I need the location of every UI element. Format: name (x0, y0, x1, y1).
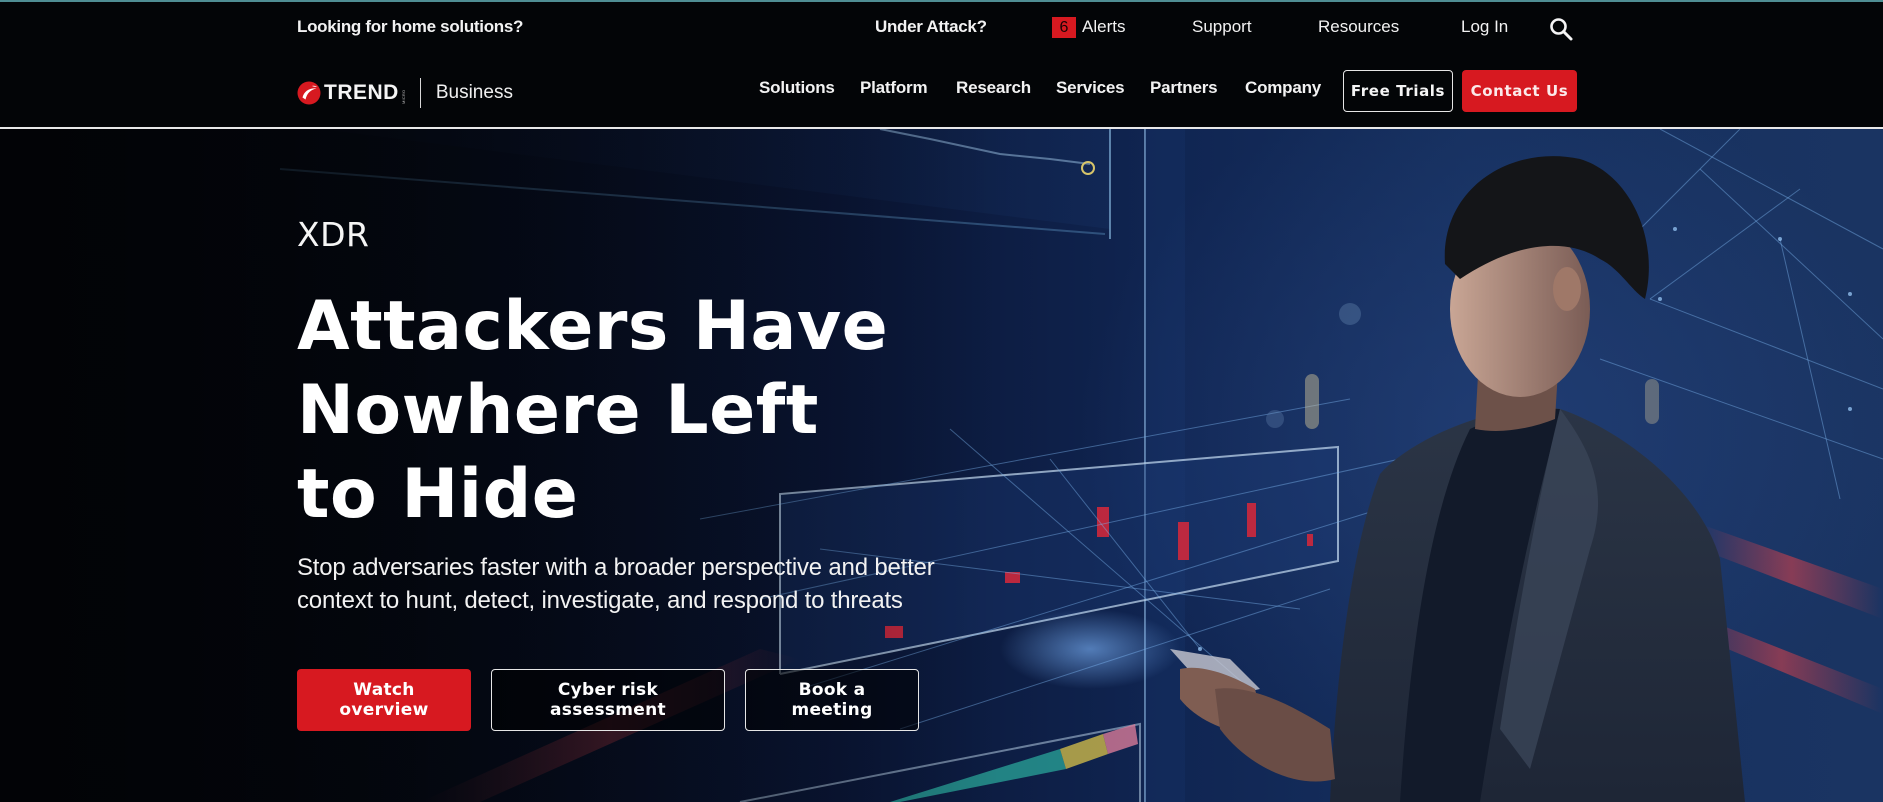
trend-micro-logo-mark-icon (297, 81, 321, 105)
nav-partners[interactable]: Partners (1150, 78, 1218, 98)
alerts-link[interactable]: 6 Alerts (1052, 17, 1125, 38)
nav-company[interactable]: Company (1245, 78, 1321, 98)
main-nav: TREND MICRO Business Solutions Platform … (0, 54, 1883, 129)
logo-wordmark: TREND (324, 81, 399, 104)
alerts-label: Alerts (1082, 17, 1126, 36)
hero-section: XDR Attackers Have Nowhere Left to Hide … (0, 129, 1883, 802)
resources-link[interactable]: Resources (1318, 17, 1399, 37)
book-meeting-button[interactable]: Book a meeting (745, 669, 919, 731)
cyber-risk-assessment-button[interactable]: Cyber risk assessment (491, 669, 725, 731)
under-attack-link[interactable]: Under Attack? (875, 17, 987, 37)
trend-micro-logo[interactable]: TREND MICRO Business (297, 78, 513, 108)
nav-research[interactable]: Research (956, 78, 1031, 98)
nav-solutions[interactable]: Solutions (759, 78, 835, 98)
logo-divider (419, 78, 421, 108)
alerts-count-badge: 6 (1052, 17, 1076, 38)
utility-links: Under Attack? 6 Alerts Support Resources … (0, 17, 1883, 41)
login-link[interactable]: Log In (1461, 17, 1508, 37)
site-header: Looking for home solutions? Under Attack… (0, 0, 1883, 129)
hero-headline: Attackers Have Nowhere Left to Hide (297, 287, 889, 534)
hero-subhead: Stop adversaries faster with a broader p… (297, 554, 935, 614)
contact-us-button[interactable]: Contact Us (1462, 70, 1577, 112)
nav-platform[interactable]: Platform (860, 78, 928, 98)
watch-overview-button[interactable]: Watch overview (297, 669, 471, 731)
nav-services[interactable]: Services (1056, 78, 1125, 98)
free-trials-button[interactable]: Free Trials (1343, 70, 1453, 112)
logo-micro-text: MICRO (400, 89, 406, 104)
search-icon (1550, 18, 1573, 41)
support-link[interactable]: Support (1192, 17, 1252, 37)
search-button[interactable] (1548, 16, 1574, 42)
page: Looking for home solutions? Under Attack… (0, 0, 1883, 802)
business-label: Business (435, 82, 513, 103)
hero-eyebrow: XDR (297, 215, 370, 254)
utility-bar: Looking for home solutions? Under Attack… (0, 2, 1883, 54)
